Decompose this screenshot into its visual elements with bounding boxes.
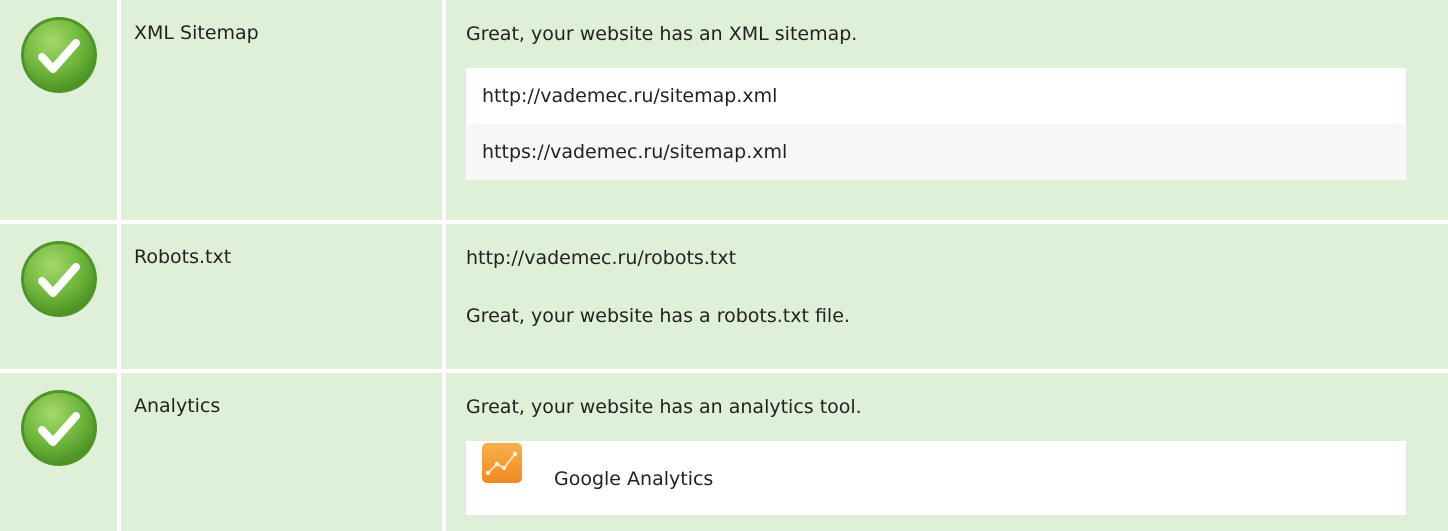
seo-checks-table: XML Sitemap Great, your website has an X… <box>0 0 1448 531</box>
analytics-tool-item: Google Analytics <box>466 441 1406 515</box>
status-cell <box>0 373 117 531</box>
check-row-robots-txt: Robots.txt http://vademec.ru/robots.txt … <box>0 224 1448 369</box>
check-row-xml-sitemap: XML Sitemap Great, your website has an X… <box>0 0 1448 220</box>
sitemap-url-list: http://vademec.ru/sitemap.xml https://va… <box>466 68 1406 180</box>
check-message: Great, your website has a robots.txt fil… <box>466 305 850 327</box>
check-detail: Great, your website has an XML sitemap. … <box>446 0 1448 220</box>
status-cell <box>0 224 117 369</box>
sitemap-url-item: https://vademec.ru/sitemap.xml <box>466 124 1406 180</box>
google-analytics-icon <box>482 443 522 483</box>
check-name: XML Sitemap <box>121 0 442 220</box>
analytics-tool-name: Google Analytics <box>554 468 714 490</box>
check-detail: http://vademec.ru/robots.txt Great, your… <box>446 224 1448 369</box>
check-message: Great, your website has an analytics too… <box>466 396 862 418</box>
check-row-analytics: Analytics Great, your website has an ana… <box>0 373 1448 531</box>
check-message: Great, your website has an XML sitemap. <box>466 23 858 45</box>
check-icon <box>20 390 97 466</box>
check-name: Analytics <box>121 373 442 531</box>
check-icon <box>20 241 97 317</box>
check-name: Robots.txt <box>121 224 442 369</box>
robots-url: http://vademec.ru/robots.txt <box>466 247 737 269</box>
status-cell <box>0 0 117 220</box>
check-icon <box>20 17 97 93</box>
check-detail: Great, your website has an analytics too… <box>446 373 1448 531</box>
sitemap-url-item: http://vademec.ru/sitemap.xml <box>466 68 1406 124</box>
